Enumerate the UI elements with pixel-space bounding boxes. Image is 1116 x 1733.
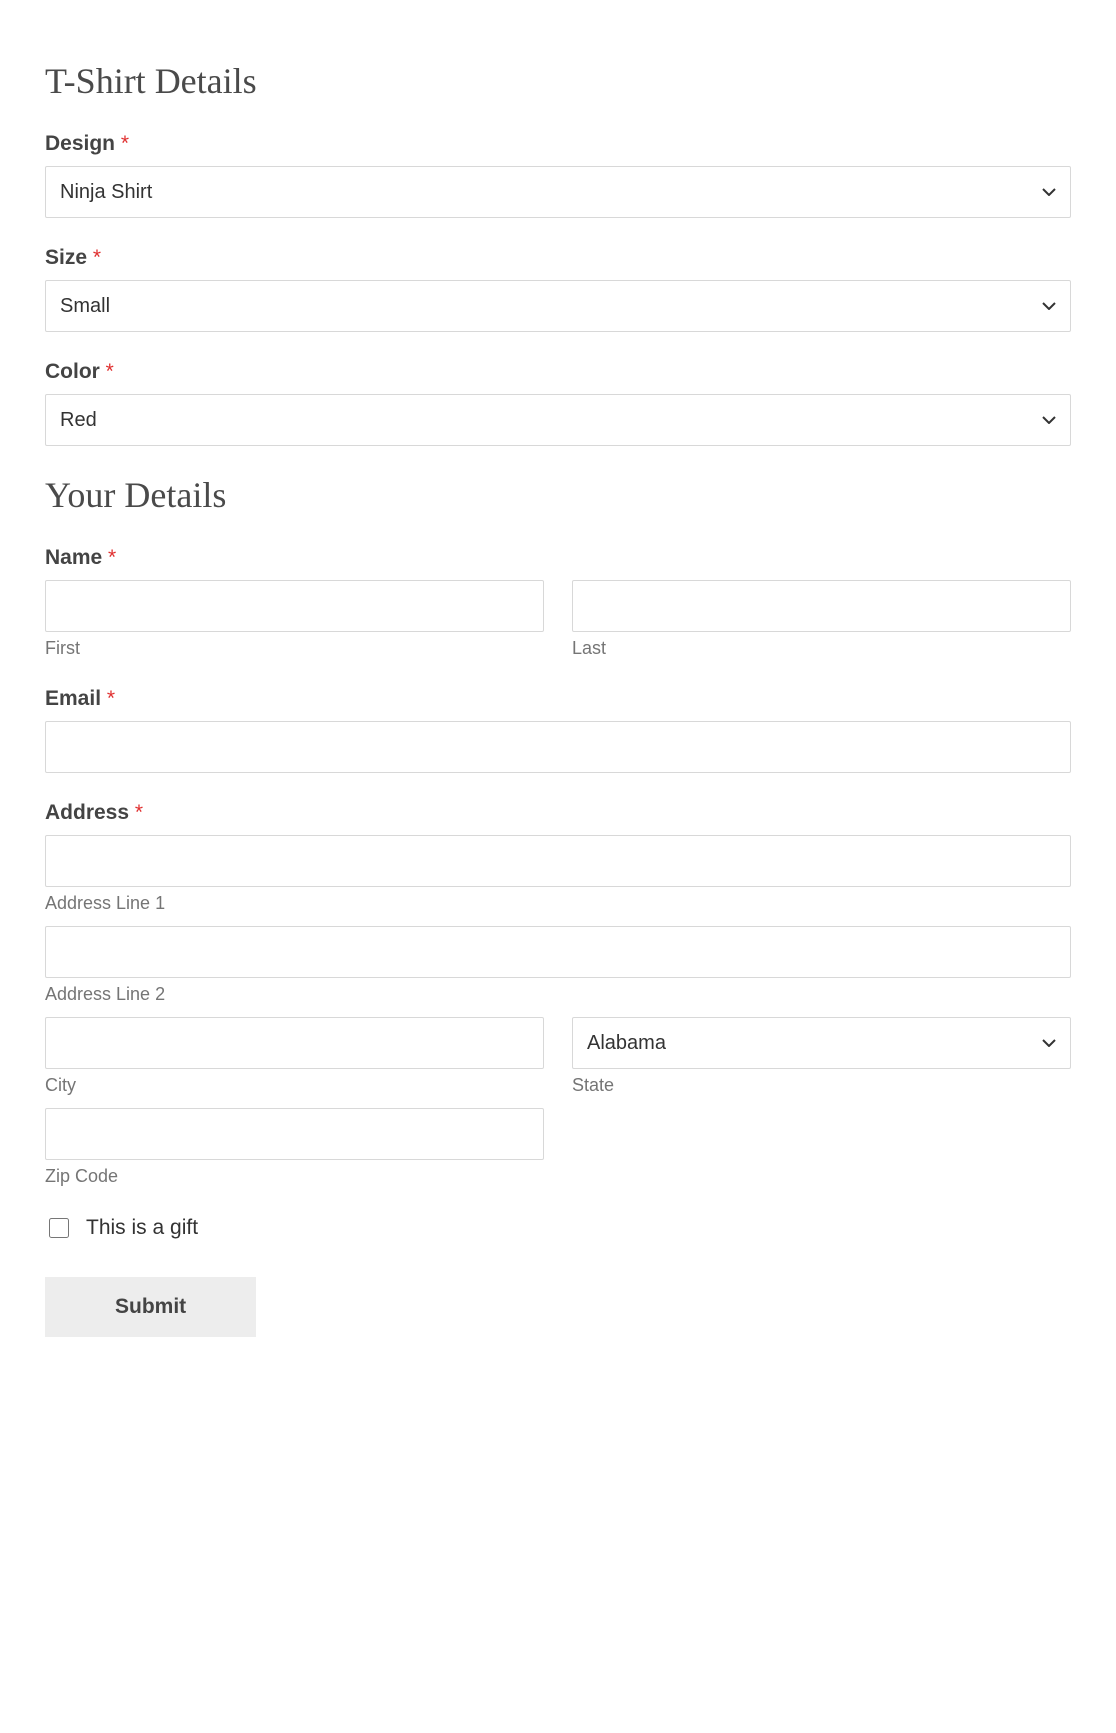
name-required: * (108, 546, 116, 569)
address-line1-input[interactable] (45, 835, 1071, 887)
submit-button[interactable]: Submit (45, 1277, 256, 1337)
address-required: * (135, 801, 143, 824)
size-label: Size * (45, 246, 1071, 270)
first-name-input[interactable] (45, 580, 544, 632)
field-color: Color * Red (45, 360, 1071, 446)
email-label-text: Email (45, 687, 101, 710)
section-title-your-details: Your Details (45, 474, 1071, 516)
email-input[interactable] (45, 721, 1071, 773)
design-label-text: Design (45, 132, 115, 155)
last-name-sublabel: Last (572, 638, 1071, 659)
address-line2-input[interactable] (45, 926, 1071, 978)
email-required: * (107, 687, 115, 710)
state-sublabel: State (572, 1075, 1071, 1096)
section-title-tshirt: T-Shirt Details (45, 60, 1071, 102)
field-name: Name * First Last (45, 546, 1071, 659)
design-required: * (121, 132, 129, 155)
address-label: Address * (45, 801, 1071, 825)
size-select[interactable]: Small (45, 280, 1071, 332)
zip-sublabel: Zip Code (45, 1166, 544, 1187)
name-label-text: Name (45, 546, 102, 569)
address-label-text: Address (45, 801, 129, 824)
size-required: * (93, 246, 101, 269)
color-label: Color * (45, 360, 1071, 384)
name-label: Name * (45, 546, 1071, 570)
color-label-text: Color (45, 360, 100, 383)
zip-input[interactable] (45, 1108, 544, 1160)
size-label-text: Size (45, 246, 87, 269)
first-name-sublabel: First (45, 638, 544, 659)
field-size: Size * Small (45, 246, 1071, 332)
city-sublabel: City (45, 1075, 544, 1096)
field-address: Address * Address Line 1 Address Line 2 … (45, 801, 1071, 1187)
gift-label[interactable]: This is a gift (86, 1216, 198, 1240)
field-design: Design * Ninja Shirt (45, 132, 1071, 218)
field-email: Email * (45, 687, 1071, 773)
gift-checkbox-row: This is a gift (45, 1215, 1071, 1241)
design-label: Design * (45, 132, 1071, 156)
email-label: Email * (45, 687, 1071, 711)
address-line1-sublabel: Address Line 1 (45, 893, 1071, 914)
last-name-input[interactable] (572, 580, 1071, 632)
address-line2-sublabel: Address Line 2 (45, 984, 1071, 1005)
color-required: * (106, 360, 114, 383)
city-input[interactable] (45, 1017, 544, 1069)
gift-checkbox[interactable] (49, 1218, 69, 1238)
state-select[interactable]: Alabama (572, 1017, 1071, 1069)
design-select[interactable]: Ninja Shirt (45, 166, 1071, 218)
color-select[interactable]: Red (45, 394, 1071, 446)
